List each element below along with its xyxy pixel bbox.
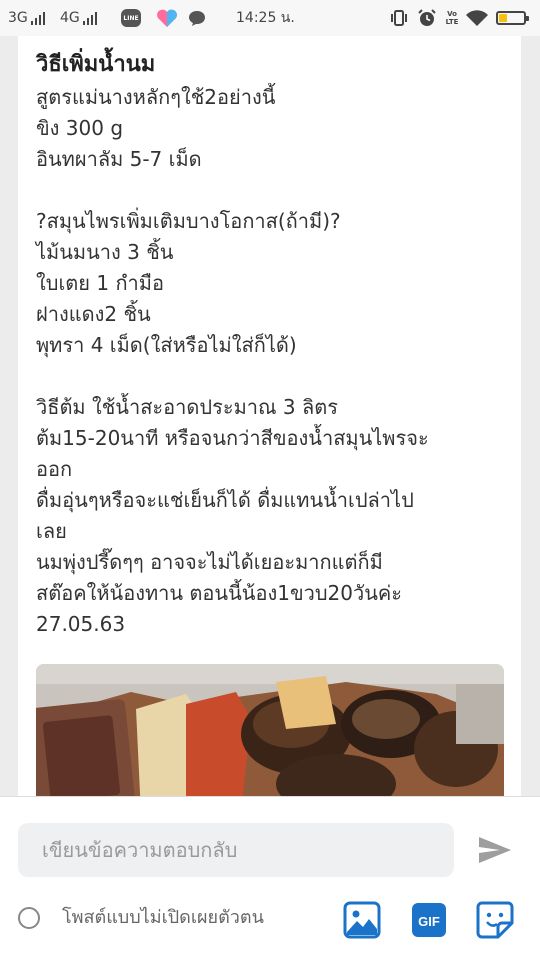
post-line: 27.05.63 (36, 612, 126, 636)
post-line: สต๊อคให้น้องทาน ตอนนี้น้อง1ขวบ20วันค่ะ (36, 581, 403, 605)
post-line: ?สมุนไพรเพิ่มเติมบางโอกาส(ถ้ามี)? (36, 209, 341, 233)
gif-icon[interactable]: GIF (410, 901, 448, 939)
post-line: พุทรา 4 เม็ด(ใส่หรือไม่ใส่ก็ได้) (36, 333, 297, 357)
vibrate-icon (389, 0, 409, 36)
status-bar: 3G 4G LINE 14:25 น. Vo LTE (0, 0, 540, 36)
post-text: สูตรแม่นางหลักๆใช้2อย่างนี้ขิง 300 g อินท… (36, 82, 506, 640)
anonymous-label: โพสต์แบบไม่เปิดเผยตัวตน (62, 907, 264, 928)
send-icon[interactable] (478, 835, 512, 865)
post-line: ออก (36, 457, 73, 481)
post-line: เลย (36, 519, 67, 543)
post-line: ดื่มอุ่นๆหรือจะแช่เย็นก็ได้ ดื่มแทนน้ำเป… (36, 488, 414, 512)
line-notification: LINE (121, 0, 141, 36)
anonymous-checkbox[interactable] (18, 907, 40, 929)
post-body: วิธีเพิ่มน้ำนม สูตรแม่นางหลักๆใช้2อย่างน… (36, 48, 506, 640)
sticker-icon[interactable] (476, 901, 514, 939)
chat-notification-icon (188, 0, 206, 36)
heart-notification-icon (155, 0, 179, 36)
post-card: วิธีเพิ่มน้ำนม สูตรแม่นางหลักๆใช้2อย่างน… (18, 36, 521, 806)
battery-icon (496, 0, 529, 36)
post-line: ไม้นมนาง 3 ชิ้น (36, 240, 174, 264)
post-line: ต้ม15-20นาที หรือจนกว่าสีของน้ำสมุนไพรจะ (36, 426, 429, 450)
reply-bar: เขียนข้อความตอบกลับ โพสต์แบบไม่เปิดเผยตั… (0, 796, 540, 961)
wifi-icon (465, 0, 489, 36)
gif-label: GIF (418, 914, 440, 929)
signal-icon (82, 11, 97, 25)
post-line: ฝางแดง2 ชิ้น (36, 302, 151, 326)
alarm-icon (417, 0, 437, 36)
herbal-ingredients-image (36, 664, 504, 806)
clock-time: 14:25 น. (236, 10, 295, 26)
post-line: ขิง 300 g (36, 116, 124, 140)
post-line: วิธีต้ม ใช้น้ำสะอาดประมาณ 3 ลิตร (36, 395, 338, 419)
network-4g: 4G (60, 0, 97, 36)
post-photo[interactable] (36, 664, 504, 806)
post-blank-line (36, 361, 506, 392)
post-blank-line (36, 175, 506, 206)
post-title: วิธีเพิ่มน้ำนม (36, 52, 156, 77)
network-3g: 3G (8, 0, 45, 36)
line-app-icon: LINE (121, 9, 141, 27)
post-line: อินทผาลัม 5-7 เม็ด (36, 147, 202, 171)
reply-input[interactable]: เขียนข้อความตอบกลับ (18, 823, 454, 877)
network-3g-label: 3G (8, 10, 28, 26)
image-icon[interactable] (343, 901, 381, 939)
volte-indicator: Vo LTE (445, 10, 459, 26)
network-4g-label: 4G (60, 10, 80, 26)
post-line: นมพุ่งปรี๊ดๆๆ อาจจะไม่ได้เยอะมากแต่ก็มี (36, 550, 383, 574)
signal-icon (30, 11, 45, 25)
post-line: สูตรแม่นางหลักๆใช้2อย่างนี้ (36, 85, 276, 109)
post-line: ใบเตย 1 กำมือ (36, 271, 164, 295)
